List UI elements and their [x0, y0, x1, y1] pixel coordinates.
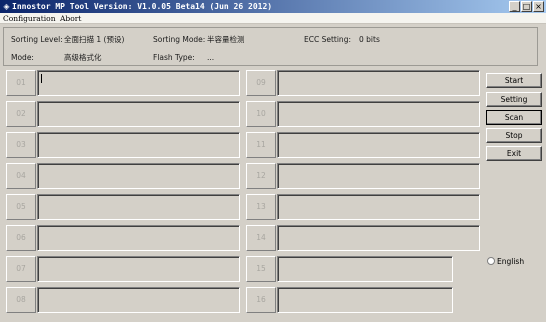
port-number: 11 [246, 132, 276, 158]
mode-label: Mode: [11, 53, 34, 62]
port-status-field [277, 132, 480, 158]
stop-button[interactable]: Stop [486, 128, 542, 143]
port-status-field [277, 70, 480, 96]
minimize-button[interactable]: _ [509, 1, 520, 12]
port-number: 07 [6, 256, 36, 282]
port-status-field [277, 225, 480, 251]
port-status-field [37, 256, 240, 282]
port-number: 15 [246, 256, 276, 282]
window-title: Innostor MP Tool Version: V1.0.05 Beta14… [12, 2, 273, 11]
port-status-field [277, 101, 480, 127]
port-number: 02 [6, 101, 36, 127]
port-number: 16 [246, 287, 276, 313]
close-button[interactable]: × [533, 1, 544, 12]
port-number: 04 [6, 163, 36, 189]
flash-type-value: ... [207, 53, 215, 62]
sorting-mode-value: 半容量检测 [207, 35, 245, 44]
port-status-field [37, 101, 240, 127]
exit-button[interactable]: Exit [486, 146, 542, 161]
english-radio-label: English [497, 257, 525, 266]
text-caret [41, 74, 42, 83]
port-number: 14 [246, 225, 276, 251]
menu-bar: Configuration Abort [0, 13, 546, 24]
port-status-field [37, 225, 240, 251]
port-status-field [277, 163, 480, 189]
port-status-field [37, 194, 240, 220]
app-icon: ◈ [3, 2, 10, 11]
setting-button[interactable]: Setting [486, 92, 542, 107]
info-panel: Sorting Level: 全面扫描 1 (预设) Sorting Mode:… [3, 27, 538, 66]
title-bar: ◈ Innostor MP Tool Version: V1.0.05 Beta… [0, 0, 546, 13]
port-number: 05 [6, 194, 36, 220]
port-status-field [277, 287, 453, 313]
port-status-field [37, 132, 240, 158]
port-number: 01 [6, 70, 36, 96]
sorting-level-value: 全面扫描 1 (预设) [64, 35, 125, 44]
port-number: 13 [246, 194, 276, 220]
port-status-field [37, 287, 240, 313]
port-number: 03 [6, 132, 36, 158]
sorting-level-label: Sorting Level: [11, 35, 63, 44]
port-number: 12 [246, 163, 276, 189]
scan-button[interactable]: Scan [486, 110, 542, 125]
port-number: 09 [246, 70, 276, 96]
port-number: 06 [6, 225, 36, 251]
port-number: 08 [6, 287, 36, 313]
sorting-mode-label: Sorting Mode: [153, 35, 206, 44]
menu-abort[interactable]: Abort [60, 14, 81, 23]
port-number: 10 [246, 101, 276, 127]
ecc-setting-value: 0 bits [359, 35, 380, 44]
port-status-field [277, 256, 453, 282]
ecc-setting-label: ECC Setting: [304, 35, 351, 44]
port-status-field [277, 194, 480, 220]
flash-type-label: Flash Type: [153, 53, 195, 62]
start-button[interactable]: Start [486, 73, 542, 88]
menu-configuration[interactable]: Configuration [3, 14, 56, 23]
english-radio[interactable] [487, 257, 495, 265]
port-status-field [37, 163, 240, 189]
port-status-field [37, 70, 240, 96]
mode-value: 高级格式化 [64, 53, 102, 62]
maximize-button[interactable]: □ [521, 1, 532, 12]
